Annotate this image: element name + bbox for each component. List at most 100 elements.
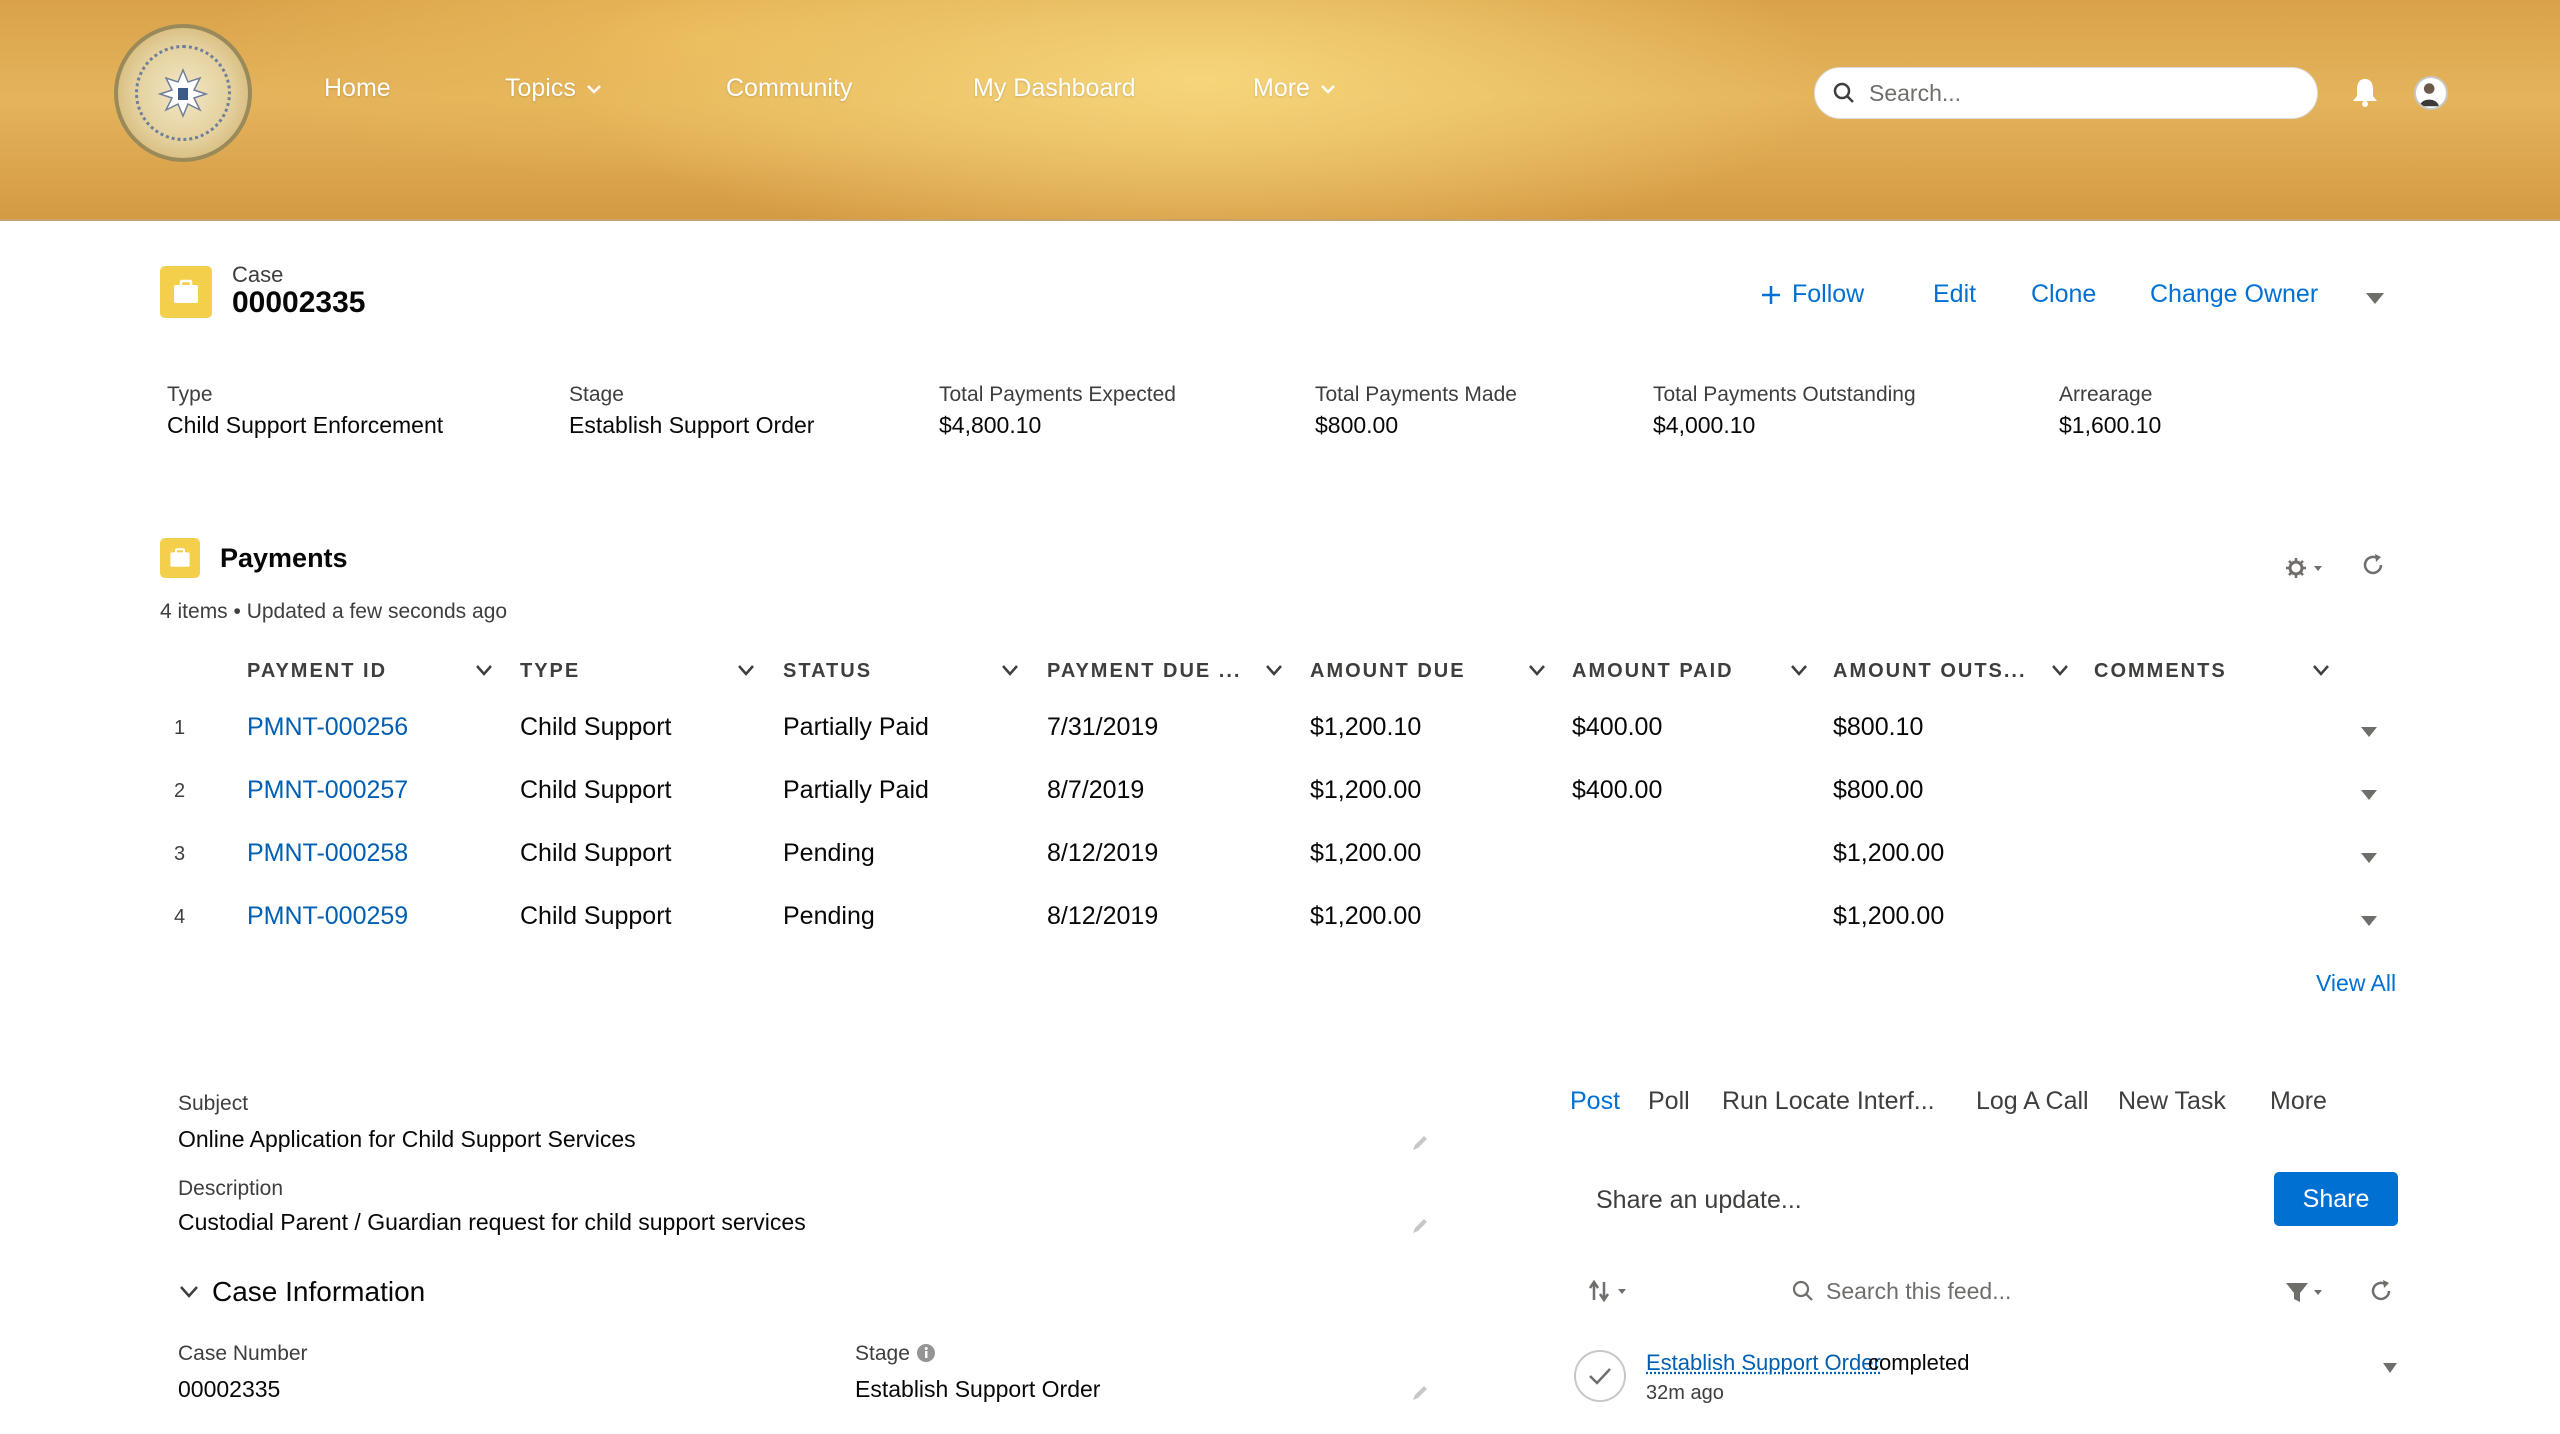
- global-search[interactable]: [1814, 67, 2318, 119]
- payments-icon: [160, 538, 200, 578]
- nav-community-label: Community: [726, 74, 853, 102]
- row-actions-icon[interactable]: [2360, 852, 2378, 864]
- amount-paid: $400.00: [1572, 776, 1663, 804]
- case-information-section-title[interactable]: Case Information: [212, 1276, 425, 1308]
- column-header-payment-id[interactable]: PAYMENT ID: [247, 660, 387, 683]
- feed-item-actions-icon[interactable]: [2382, 1362, 2398, 1374]
- highlight-type-label: Type: [167, 383, 213, 406]
- column-header-amount-paid[interactable]: AMOUNT PAID: [1572, 660, 1734, 683]
- seal-icon: [135, 45, 231, 141]
- payment-id-link[interactable]: PMNT-000259: [247, 902, 408, 931]
- amount-outstanding: $1,200.00: [1833, 902, 1945, 930]
- amount-outstanding: $800.00: [1833, 776, 1924, 804]
- chevron-down-icon[interactable]: [1789, 662, 1809, 678]
- user-avatar[interactable]: [2414, 76, 2448, 110]
- follow-button[interactable]: Follow: [1760, 280, 1864, 309]
- site-header: Home Topics Community My Dashboard More: [0, 0, 2560, 221]
- highlight-expected-label: Total Payments Expected: [939, 383, 1176, 406]
- plus-icon: [1762, 285, 1780, 304]
- column-header-amount-outstanding[interactable]: AMOUNT OUTS...: [1833, 660, 2027, 683]
- feed-item-link[interactable]: Establish Support Order: [1646, 1350, 1881, 1376]
- nav-my-dashboard[interactable]: My Dashboard: [973, 74, 1136, 103]
- chevron-down-icon[interactable]: [1527, 662, 1547, 678]
- tab-run-locate-interface[interactable]: Run Locate Interf...: [1722, 1087, 1935, 1116]
- tab-poll[interactable]: Poll: [1648, 1087, 1690, 1116]
- highlight-outstanding-label: Total Payments Outstanding: [1653, 383, 1916, 406]
- highlight-stage-label: Stage: [569, 383, 624, 406]
- filter-icon[interactable]: [2284, 1280, 2326, 1304]
- tab-more[interactable]: More: [2270, 1087, 2327, 1116]
- feed-search-input[interactable]: [1826, 1274, 2126, 1308]
- checkmark-icon: [1589, 1368, 1611, 1385]
- nav-topics[interactable]: Topics: [505, 74, 602, 103]
- case-number-title: 00002335: [232, 286, 366, 319]
- chevron-down-icon[interactable]: [1000, 662, 1020, 678]
- payment-id-link[interactable]: PMNT-000258: [247, 839, 408, 868]
- payment-due-date: 8/12/2019: [1047, 902, 1159, 930]
- change-owner-button[interactable]: Change Owner: [2150, 280, 2318, 309]
- nav-more[interactable]: More: [1253, 74, 1336, 103]
- follow-label: Follow: [1792, 280, 1865, 308]
- view-all-link[interactable]: View All: [2316, 970, 2396, 997]
- nav-community[interactable]: Community: [726, 74, 852, 103]
- tab-log-a-call[interactable]: Log A Call: [1976, 1087, 2089, 1116]
- feed-item-timestamp[interactable]: 32m ago: [1646, 1382, 1724, 1405]
- chevron-down-icon[interactable]: [2311, 662, 2331, 678]
- chevron-down-icon[interactable]: [178, 1284, 200, 1300]
- subject-label: Subject: [178, 1092, 249, 1115]
- column-header-payment-due[interactable]: PAYMENT DUE ...: [1047, 660, 1241, 683]
- chevron-down-icon[interactable]: [736, 662, 756, 678]
- info-icon[interactable]: [916, 1343, 936, 1363]
- nav-home[interactable]: Home: [324, 74, 391, 103]
- amount-due: $1,200.00: [1310, 776, 1422, 804]
- chevron-down-icon[interactable]: [2050, 662, 2070, 678]
- bell-icon[interactable]: [2350, 76, 2380, 108]
- column-header-comments[interactable]: COMMENTS: [2094, 660, 2227, 683]
- row-number: 1: [174, 717, 186, 739]
- payment-status: Partially Paid: [783, 713, 929, 741]
- highlight-made-label: Total Payments Made: [1315, 383, 1517, 406]
- pencil-icon[interactable]: [1410, 1133, 1430, 1153]
- sort-icon[interactable]: [1588, 1278, 1632, 1304]
- payment-id-link[interactable]: PMNT-000257: [247, 776, 408, 805]
- amount-due: $1,200.10: [1310, 713, 1422, 741]
- highlight-made-value: $800.00: [1315, 412, 1399, 438]
- chevron-down-icon[interactable]: [474, 662, 494, 678]
- stage-label: Stage: [855, 1342, 936, 1366]
- share-button[interactable]: Share: [2274, 1172, 2398, 1226]
- payments-title[interactable]: Payments: [220, 543, 348, 574]
- highlight-expected-value: $4,800.10: [939, 412, 1042, 438]
- row-actions-icon[interactable]: [2360, 789, 2378, 801]
- chevron-down-icon: [586, 84, 601, 94]
- chevron-down-icon[interactable]: [1264, 662, 1284, 678]
- payment-due-date: 8/7/2019: [1047, 776, 1145, 804]
- edit-label: Edit: [1933, 280, 1977, 308]
- column-header-type[interactable]: TYPE: [520, 660, 580, 683]
- row-actions-icon[interactable]: [2360, 726, 2378, 738]
- row-number: 2: [174, 780, 186, 802]
- payment-type: Child Support: [520, 839, 672, 867]
- highlight-arrearage-value: $1,600.10: [2059, 412, 2162, 438]
- actions-dropdown-icon[interactable]: [2364, 290, 2386, 306]
- row-actions-icon[interactable]: [2360, 915, 2378, 927]
- tab-post[interactable]: Post: [1570, 1087, 1620, 1116]
- gear-icon[interactable]: [2284, 556, 2324, 580]
- payment-id-link[interactable]: PMNT-000256: [247, 713, 408, 742]
- feed-item-text: completed: [1868, 1350, 1970, 1375]
- pencil-icon[interactable]: [1410, 1216, 1430, 1236]
- global-search-input[interactable]: [1869, 79, 2289, 107]
- highlight-stage-value: Establish Support Order: [569, 412, 815, 438]
- pencil-icon[interactable]: [1410, 1383, 1430, 1403]
- tab-new-task[interactable]: New Task: [2118, 1087, 2226, 1116]
- record-type-label: Case: [232, 262, 284, 287]
- amount-outstanding: $800.10: [1833, 713, 1924, 741]
- government-seal-logo[interactable]: [114, 24, 252, 162]
- refresh-icon[interactable]: [2360, 552, 2386, 578]
- edit-button[interactable]: Edit: [1933, 280, 1976, 309]
- column-header-amount-due[interactable]: AMOUNT DUE: [1310, 660, 1466, 683]
- clone-button[interactable]: Clone: [2031, 280, 2096, 309]
- refresh-icon[interactable]: [2368, 1278, 2394, 1304]
- share-update-input[interactable]: [1596, 1180, 2236, 1220]
- case-number-value: 00002335: [178, 1376, 281, 1402]
- column-header-status[interactable]: STATUS: [783, 660, 872, 683]
